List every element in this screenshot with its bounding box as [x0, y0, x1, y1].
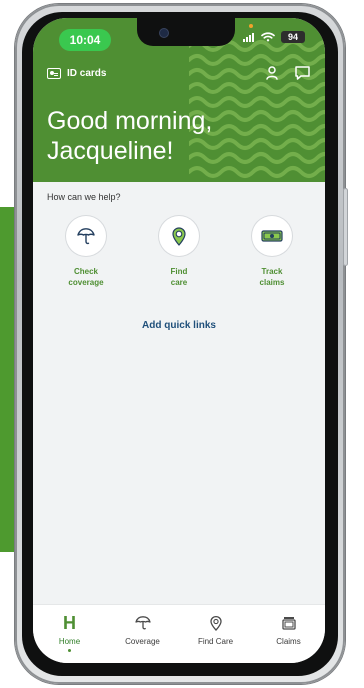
location-pin-icon	[172, 227, 186, 246]
side-button	[343, 188, 348, 266]
main-content: How can we help? Check coverage Find car…	[33, 182, 325, 605]
tab-coverage-label: Coverage	[125, 637, 160, 646]
greeting: Good morning, Jacqueline!	[47, 106, 267, 166]
active-tab-indicator	[68, 649, 71, 652]
bottom-tab-bar: H Home Coverage Find Care Claims	[33, 604, 325, 663]
help-title: How can we help?	[47, 192, 121, 202]
phone-notch	[137, 18, 235, 46]
signal-icon	[243, 32, 255, 42]
front-camera	[159, 28, 169, 38]
profile-button[interactable]	[263, 64, 281, 82]
greeting-line-1: Good morning,	[47, 107, 213, 135]
status-icons: 94	[243, 31, 305, 43]
app-screenshot: 10:04 94 ID cards Good morning, Jacqueli…	[0, 0, 364, 688]
greeting-line-2: Jacqueline!	[47, 137, 174, 165]
umbrella-icon	[134, 614, 152, 632]
quick-link-circle	[66, 216, 106, 256]
messages-button[interactable]	[293, 64, 311, 82]
add-quick-links[interactable]: Add quick links	[33, 320, 325, 331]
claims-icon	[280, 614, 298, 632]
quick-link-check-coverage[interactable]: Check coverage	[47, 216, 125, 288]
wifi-icon	[261, 32, 275, 42]
quick-link-label: Track claims	[259, 267, 285, 287]
tab-find-care-label: Find Care	[197, 637, 234, 646]
quick-link-track-claims[interactable]: Track claims	[233, 216, 311, 288]
quick-links: Check coverage Find care Track claims	[33, 216, 325, 304]
header: 10:04 94 ID cards Good morning, Jacqueli…	[33, 18, 325, 182]
message-icon	[294, 66, 310, 80]
quick-link-circle	[252, 216, 292, 256]
tab-claims[interactable]: Claims	[252, 614, 325, 646]
quick-link-circle	[159, 216, 199, 256]
battery-indicator: 94	[281, 31, 305, 43]
money-icon	[261, 230, 283, 242]
quick-link-label: Check coverage	[68, 267, 104, 287]
tab-home-label: Home	[58, 637, 81, 646]
location-pin-icon	[207, 614, 225, 632]
tab-claims-label: Claims	[276, 637, 301, 646]
id-card-icon	[47, 68, 61, 79]
id-cards-link[interactable]: ID cards	[47, 68, 106, 79]
tab-home[interactable]: H Home	[33, 614, 106, 652]
top-actions	[263, 64, 311, 82]
umbrella-icon	[77, 228, 95, 245]
status-time: 10:04	[59, 29, 111, 51]
quick-link-label: Find care	[170, 267, 188, 287]
id-cards-label: ID cards	[67, 68, 107, 79]
quick-link-find-care[interactable]: Find care	[140, 216, 218, 288]
app-screen: 10:04 94 ID cards Good morning, Jacqueli…	[33, 18, 325, 663]
tab-find-care[interactable]: Find Care	[179, 614, 252, 646]
home-icon: H	[63, 613, 76, 633]
tab-coverage[interactable]: Coverage	[106, 614, 179, 646]
privacy-indicator-dot	[249, 24, 253, 28]
person-icon	[266, 66, 278, 80]
